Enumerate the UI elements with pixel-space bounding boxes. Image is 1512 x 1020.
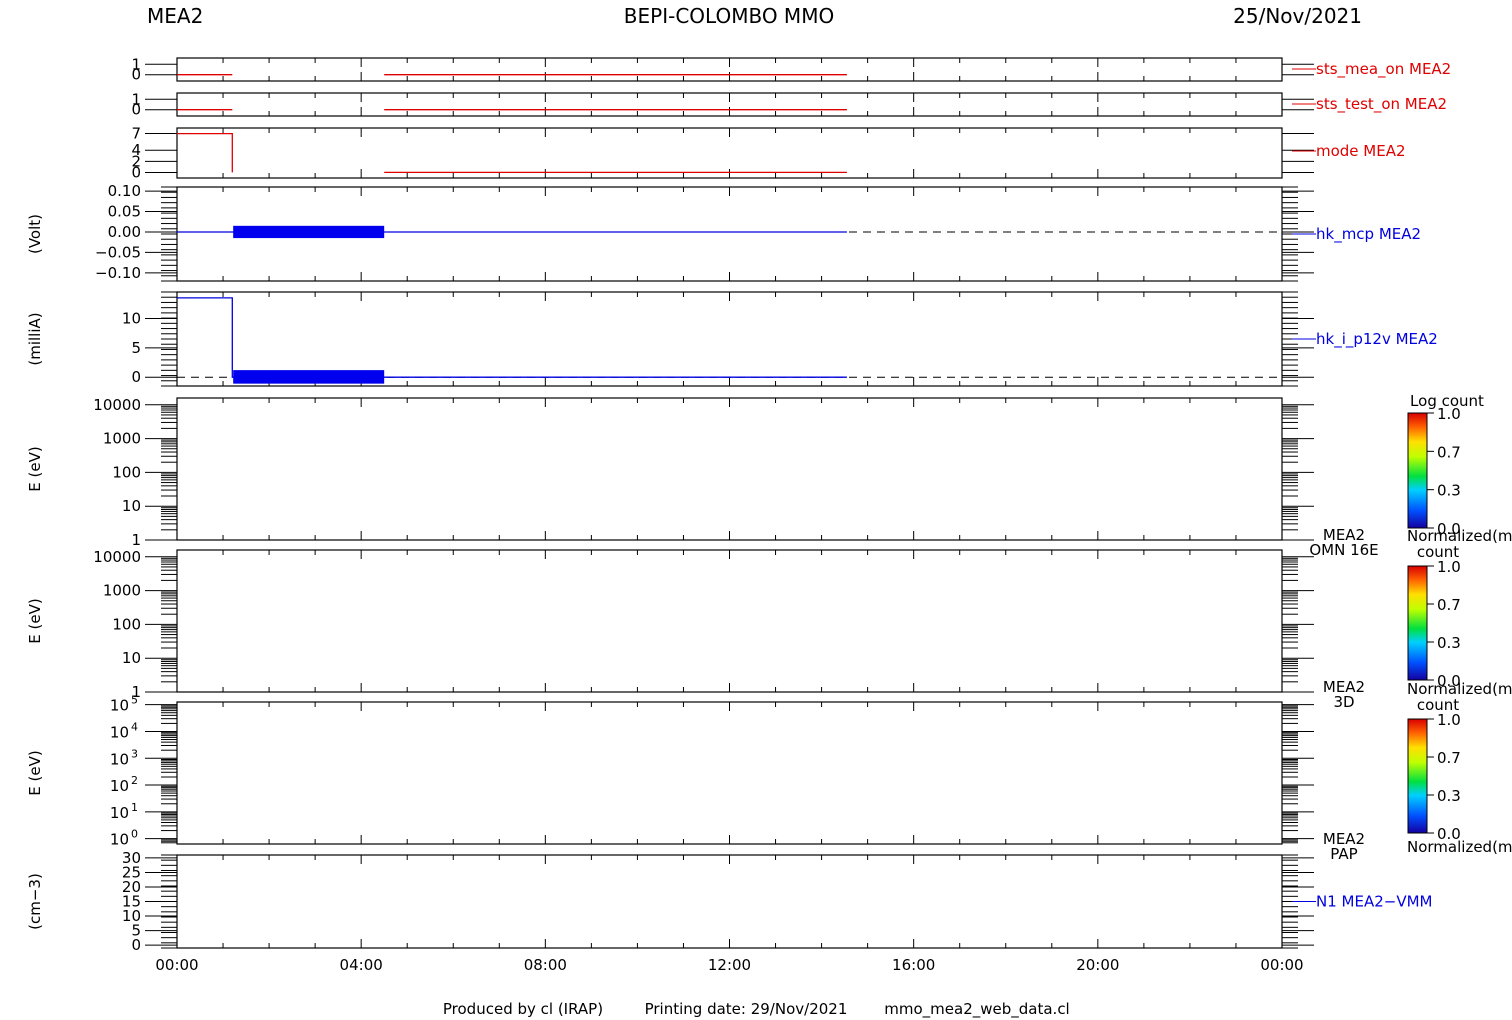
omn-ytick-label: 10000 (93, 396, 141, 414)
panel-hk_i_p12v: 10 5 0 (milliA) hk_i_p12v MEA2 (26, 291, 1438, 387)
hk_i_p12v-ytick-label: 5 (131, 339, 141, 357)
omn-ytick-label: 100 (112, 463, 141, 481)
pap-colorbar-tick-label: 0.3 (1437, 787, 1461, 805)
pap-ytick-base: 10 (110, 723, 129, 741)
x-tick-label: 16:00 (892, 956, 935, 974)
colorbars: 1.00.70.30.0Log count1.00.70.30.0Normali… (1407, 392, 1512, 856)
hk_mcp-data-band (233, 225, 385, 239)
hk_i_p12v-ytick-label: 10 (122, 309, 141, 327)
3d-frame (176, 549, 1283, 693)
hk_mcp-ytick-label: −0.10 (95, 264, 141, 282)
hk_i_p12v-series-label: hk_i_p12v MEA2 (1316, 330, 1438, 349)
hk_i_p12v-series-segment-0 (177, 297, 847, 378)
panel-sts_mea_on: 10 sts_mea_on MEA2 (131, 55, 1451, 83)
pap-frame (176, 701, 1283, 845)
pap-ytick-base: 10 (110, 750, 129, 768)
pap-ytick-exponent: 4 (131, 720, 138, 733)
omn-colorbar (1407, 412, 1428, 529)
mode-series-segment-0 (177, 132, 233, 173)
3d-ytick-label: 10000 (93, 548, 141, 566)
sts_test_on-series-label: sts_test_on MEA2 (1316, 95, 1447, 114)
pap-ylabel: E (eV) (26, 750, 44, 795)
3d-ylabel: E (eV) (26, 598, 44, 643)
3d-colorbar (1407, 565, 1428, 681)
pap-ytick-exponent: 2 (131, 774, 138, 787)
pap-ytick-exponent: 0 (131, 828, 138, 841)
omn-colorbar-title: Log count (1410, 392, 1484, 410)
panel-n1: 302520151050(cm−3) N1 MEA2−VMM (26, 849, 1432, 954)
hk_mcp-ytick-label: 0.05 (108, 203, 141, 221)
x-tick-label: 00:00 (155, 956, 198, 974)
panel-omn: 100001000100101E (eV)MEA2OMN 16E (26, 396, 1379, 559)
hk_mcp-ytick-label: −0.05 (95, 243, 141, 261)
x-axis: 00:00 04:00 08:00 12:00 16:00 20:00 00:00 (155, 956, 1303, 974)
hk_mcp-ytick-label: 0.00 (108, 223, 141, 241)
header-mission: BEPI-COLOMBO MMO (624, 4, 834, 28)
pap-colorbar-title-2: count (1417, 696, 1459, 714)
pap-product-sublabel: PAP (1330, 845, 1357, 863)
header-instrument: MEA2 (147, 4, 203, 28)
omn-ytick-label: 1 (131, 531, 141, 549)
3d-ytick-label: 100 (112, 615, 141, 633)
3d-ytick-label: 1000 (103, 582, 141, 600)
3d-colorbar-tick-label: 0.7 (1437, 596, 1461, 614)
footer-printing-date: Printing date: 29/Nov/2021 (645, 1000, 848, 1018)
pap-ytick-exponent: 1 (131, 801, 138, 814)
x-tick-label: 04:00 (340, 956, 383, 974)
pap-ytick-exponent: 3 (131, 747, 138, 760)
x-tick-label: 08:00 (524, 956, 567, 974)
mode-ytick-label: 7 (131, 125, 141, 143)
hk_i_p12v-ylabel: (milliA) (26, 312, 44, 365)
n1-frame (176, 854, 1283, 949)
panel-3d: 100001000100101E (eV)MEA23D (26, 548, 1365, 711)
x-tick-label: 20:00 (1076, 956, 1119, 974)
footer-script-file: mmo_mea2_web_data.cl (884, 1000, 1069, 1019)
x-tick-label: 12:00 (708, 956, 751, 974)
n1-series-label: N1 MEA2−VMM (1316, 893, 1432, 911)
n1-ylabel: (cm−3) (26, 873, 44, 930)
pap-colorbar-tick-label: 0.7 (1437, 749, 1461, 767)
omn-ylabel: E (eV) (26, 446, 44, 491)
n1-ytick-label: 0 (131, 936, 141, 954)
panels: 10 sts_mea_on MEA210 sts_test_on MEA27420m… (26, 55, 1451, 954)
pap-colorbar (1407, 718, 1428, 834)
sts_mea_on-ytick-label: 0 (131, 66, 141, 84)
pap-ytick-base: 10 (110, 804, 129, 822)
omn-ytick-label: 10 (122, 497, 141, 515)
hk_mcp-ytick-label: 0.10 (108, 182, 141, 200)
hk_mcp-series-label: hk_mcp MEA2 (1316, 225, 1421, 244)
3d-colorbar-tick-label: 0.3 (1437, 634, 1461, 652)
omn-product-sublabel: OMN 16E (1309, 541, 1378, 559)
panel-mode: 7420mode MEA2 (131, 125, 1405, 182)
pap-ytick-base: 10 (110, 697, 129, 715)
panel-hk_mcp: 0.10 0.05 0.00 −0.05 −0.10 (Volt) hk_mcp MEA2 (26, 182, 1421, 282)
hk_i_p12v-data-band (233, 370, 385, 384)
x-tick-label: 00:00 (1260, 956, 1303, 974)
panel-sts_test_on: 10 sts_test_on MEA2 (131, 90, 1447, 118)
omn-colorbar-tick-label: 0.7 (1437, 443, 1461, 461)
mode-ytick-label: 0 (131, 163, 141, 181)
hk_i_p12v-ytick-label: 0 (131, 368, 141, 386)
colorbar-bottom-label: Normalized(m (1407, 838, 1512, 856)
pap-ytick-base: 10 (110, 831, 129, 849)
sts_mea_on-series-label: sts_mea_on MEA2 (1316, 60, 1451, 79)
3d-ytick-label: 10 (122, 649, 141, 667)
hk_mcp-ylabel: (Volt) (26, 214, 44, 254)
bepi-colombo-mea2-plot: MEA2 BEPI-COLOMBO MMO 25/Nov/2021 10 sts_… (26, 4, 1512, 1019)
pap-ytick-base: 10 (110, 777, 129, 795)
panel-pap: 10 510 410 310 210 110 0E (eV)MEA2PAP (26, 694, 1365, 863)
omn-colorbar-tick-label: 0.3 (1437, 482, 1461, 500)
mode-series-label: mode MEA2 (1316, 142, 1406, 160)
footer-produced: Produced by cl (IRAP) (443, 1000, 603, 1018)
omn-ytick-label: 1000 (103, 430, 141, 448)
pap-ytick-exponent: 5 (131, 694, 138, 707)
omn-frame (176, 397, 1283, 541)
3d-product-sublabel: 3D (1333, 693, 1354, 711)
header-date: 25/Nov/2021 (1233, 4, 1362, 28)
3d-colorbar-title-2: count (1417, 543, 1459, 561)
sts_test_on-ytick-label: 0 (131, 101, 141, 119)
